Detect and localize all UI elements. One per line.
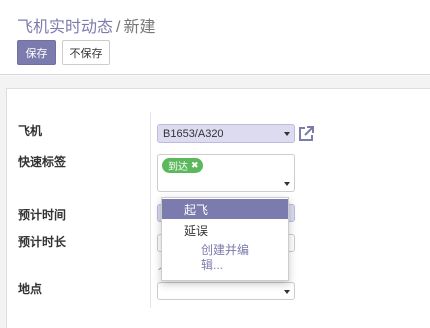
location-label: 地点 (18, 282, 43, 296)
breadcrumb: 飞机实时动态 / 新建 (17, 13, 155, 37)
caret-down-icon[interactable] (284, 182, 290, 186)
close-icon[interactable]: ✖ (191, 161, 199, 170)
dropdown-option-takeoff[interactable]: 起飞 (162, 199, 288, 219)
dropdown-option-delay[interactable]: 延误 (162, 220, 288, 240)
aircraft-value: B1653/A320 (163, 128, 224, 140)
aircraft-select[interactable]: B1653/A320 (157, 124, 295, 143)
caret-down-icon[interactable] (284, 290, 290, 294)
discard-button[interactable]: 不保存 (62, 40, 110, 65)
save-button[interactable]: 保存 (17, 40, 56, 65)
estimated-time-label: 预计时间 (18, 208, 67, 222)
quick-tags-field[interactable]: 到达 ✖ (157, 154, 295, 192)
breadcrumb-parent-link[interactable]: 飞机实时动态 (17, 19, 113, 36)
estimated-duration-label: 预计时长 (18, 235, 67, 249)
tag-chip-label: 到达 (168, 162, 188, 173)
location-select[interactable] (157, 282, 295, 300)
create-and-edit-option[interactable]: 创建并编辑... (201, 243, 267, 273)
quick-tags-label: 快速标签 (18, 155, 67, 169)
breadcrumb-current: 新建 (123, 19, 156, 36)
caret-down-icon[interactable] (284, 132, 290, 136)
external-link-icon[interactable] (297, 125, 315, 143)
label-column-divider (150, 112, 151, 308)
tag-chip-arrival: 到达 ✖ (162, 158, 203, 173)
aircraft-label: 飞机 (18, 124, 43, 138)
control-panel: 飞机实时动态 / 新建 保存 不保存 (0, 0, 430, 75)
breadcrumb-separator: / (116, 19, 121, 36)
tag-dropdown-menu: 起飞 延误 创建并编辑... (161, 197, 289, 281)
